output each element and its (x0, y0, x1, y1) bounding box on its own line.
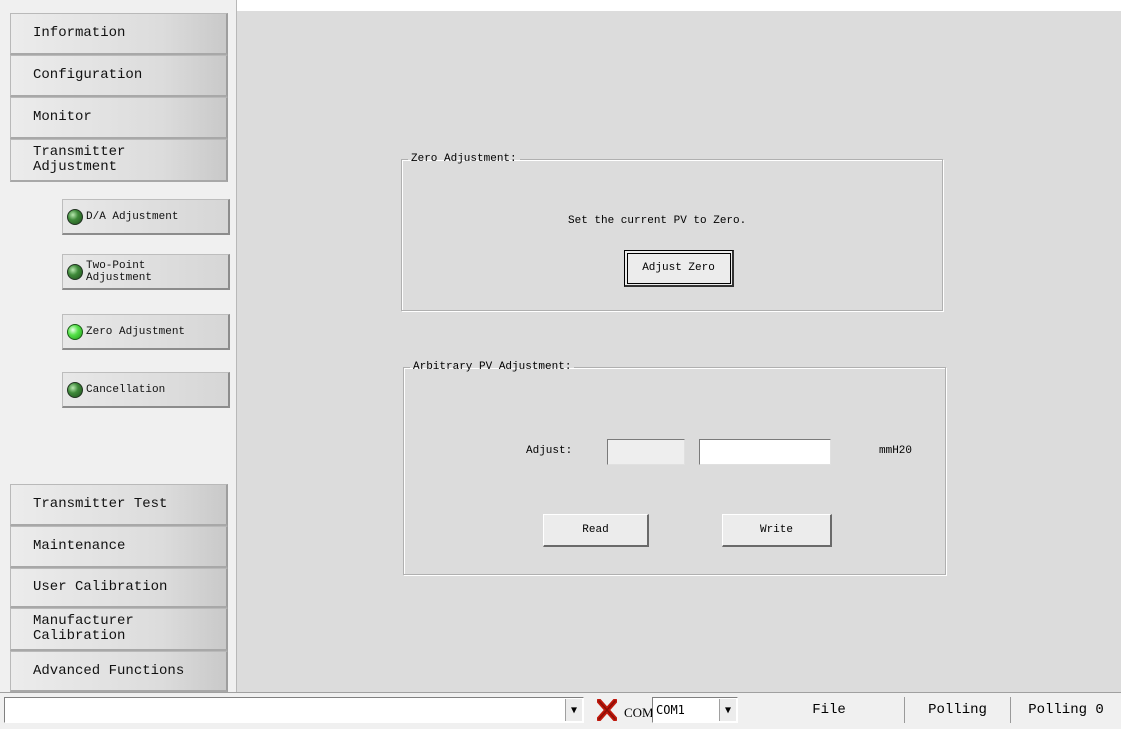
nav-monitor[interactable]: Monitor (10, 97, 228, 139)
subnav-two-point-adjustment[interactable]: Two-Point Adjustment (62, 254, 230, 290)
main-panel: Zero Adjustment: Set the current PV to Z… (237, 11, 1121, 692)
write-button[interactable]: Write (722, 514, 832, 547)
subnav-label: D/A Adjustment (86, 210, 179, 223)
zero-instruction-text: Set the current PV to Zero. (568, 215, 747, 227)
subnav-zero-adjustment[interactable]: Zero Adjustment (62, 314, 230, 350)
zero-adjustment-group: Zero Adjustment: (401, 153, 943, 311)
adjust-label: Adjust: (526, 445, 573, 457)
nav-configuration[interactable]: Configuration (10, 55, 228, 97)
polling-count-status: Polling 0 (1010, 697, 1121, 723)
polling-status: Polling (904, 697, 1010, 723)
com-port-select[interactable]: COM1 ▼ (652, 697, 738, 723)
adjust-zero-button[interactable]: Adjust Zero (624, 250, 734, 287)
nav-transmitter-adjustment[interactable]: Transmitter Adjustment (10, 139, 228, 182)
nav-transmitter-test[interactable]: Transmitter Test (10, 484, 228, 526)
subnav-da-adjustment[interactable]: D/A Adjustment (62, 199, 230, 235)
current-pv-field (607, 439, 685, 465)
arbitrary-pv-legend: Arbitrary PV Adjustment: (413, 361, 572, 373)
port-dropdown[interactable]: ▼ (4, 697, 584, 723)
nav-advanced-functions[interactable]: Advanced Functions (10, 651, 228, 692)
file-status: File (812, 702, 846, 718)
nav-manufacturer-calibration[interactable]: Manufacturer Calibration (10, 608, 228, 651)
subnav-label: Zero Adjustment (86, 325, 186, 338)
port-dropdown-value (5, 703, 9, 717)
navigation-sidebar: Information Configuration Monitor Transm… (0, 0, 237, 692)
disconnected-icon (597, 699, 617, 721)
arbitrary-pv-adjustment-group: Arbitrary PV Adjustment: (403, 361, 946, 575)
subnav-cancellation[interactable]: Cancellation (62, 372, 230, 408)
target-pv-input[interactable] (699, 439, 831, 465)
unit-label: mmH20 (879, 445, 913, 457)
status-led-active-icon (67, 323, 83, 340)
com-port-value: COM1 (656, 703, 685, 717)
status-led-icon (67, 263, 83, 280)
nav-maintenance[interactable]: Maintenance (10, 526, 228, 568)
subnav-label: Two-Point Adjustment (86, 259, 153, 284)
status-bar: ▼ COM: COM1 ▼ File Polling Polling 0 (0, 692, 1121, 729)
status-led-icon (67, 208, 83, 225)
nav-user-calibration[interactable]: User Calibration (10, 568, 228, 608)
zero-adjustment-legend: Zero Adjustment: (411, 153, 517, 165)
chevron-down-icon[interactable]: ▼ (565, 699, 582, 721)
nav-information[interactable]: Information (10, 13, 228, 55)
subnav-label: Cancellation (86, 383, 166, 396)
chevron-down-icon[interactable]: ▼ (719, 699, 736, 721)
status-led-icon (67, 381, 83, 398)
read-button[interactable]: Read (543, 514, 649, 547)
